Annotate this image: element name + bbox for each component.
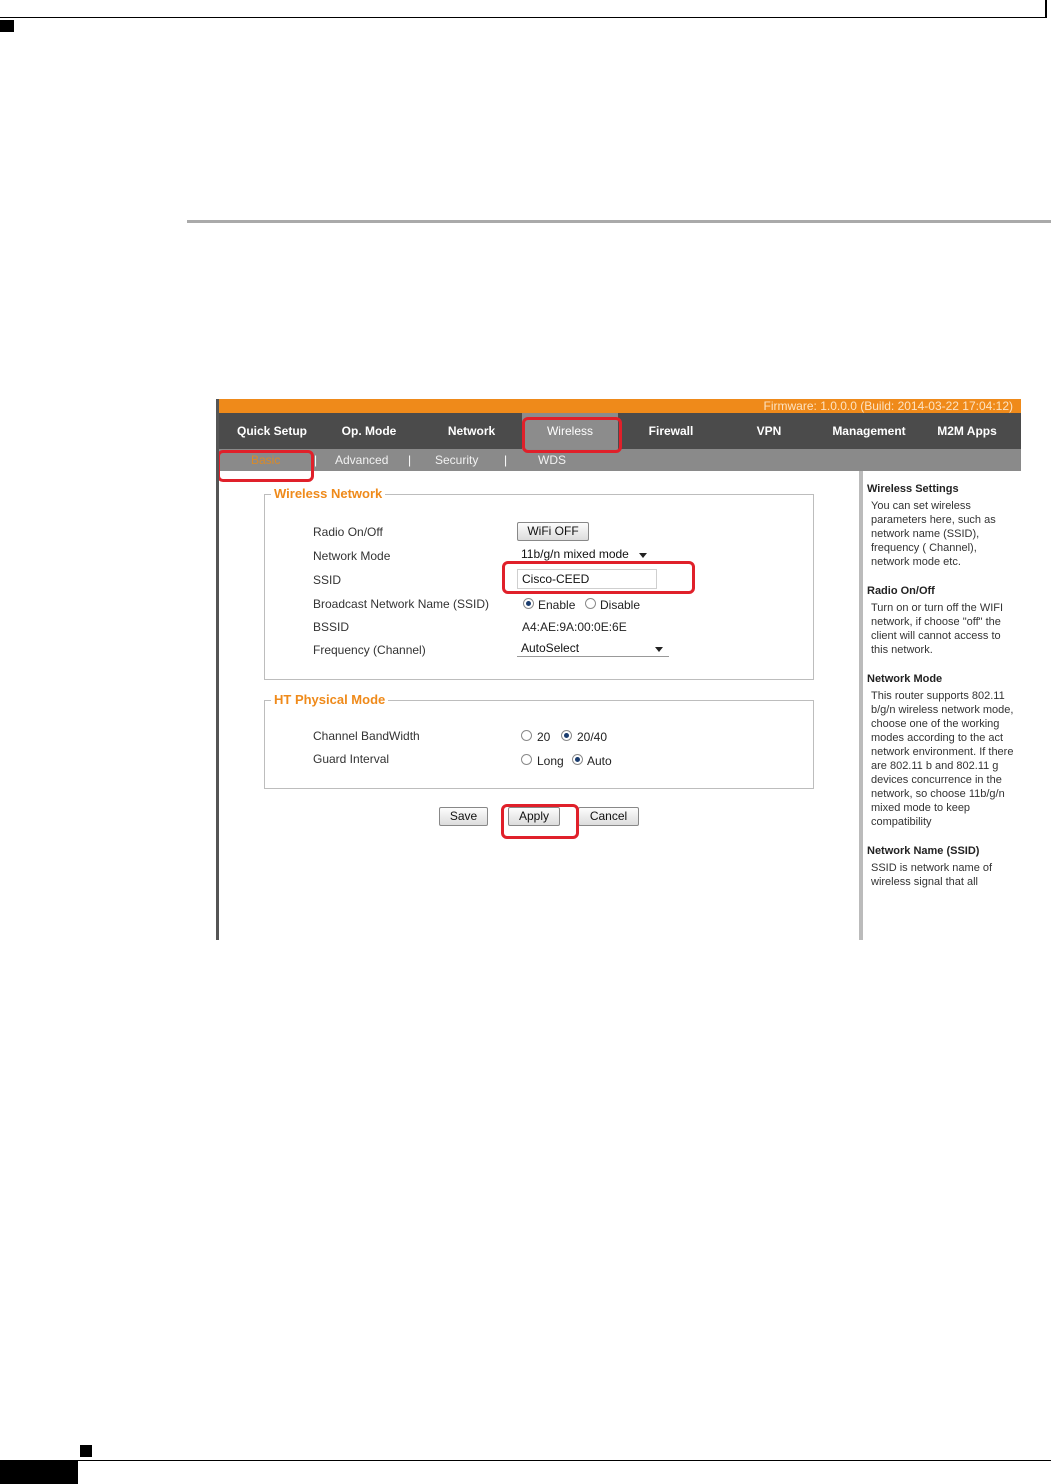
- help-title: Network Mode: [867, 673, 943, 685]
- section-divider: [187, 220, 1051, 223]
- broadcast-disable-label: Disable: [600, 598, 641, 612]
- bandwidth-20-label: 20: [537, 730, 551, 744]
- help-title: Wireless Settings: [867, 483, 959, 495]
- ssid-input[interactable]: Cisco-CEED: [517, 569, 657, 589]
- ht-physical-mode-fieldset: HT Physical Mode Channel BandWidth 20 20…: [264, 692, 814, 789]
- header-rule: [0, 17, 1046, 18]
- help-body: SSID is network name of wireless signal …: [871, 862, 993, 888]
- footer-rule: [78, 1460, 1051, 1461]
- chevron-down-icon: [639, 553, 647, 558]
- wireless-network-legend: Wireless Network: [271, 486, 386, 502]
- sub-nav: Basic | Advanced | Security | WDS: [219, 449, 1021, 471]
- nav-management[interactable]: Management: [819, 413, 919, 449]
- ssid-label: SSID: [313, 573, 342, 587]
- help-section: Radio On/Off Turn on or turn off the WIF…: [867, 585, 1017, 657]
- nav-wireless[interactable]: Wireless: [522, 413, 618, 449]
- bandwidth-20-radio[interactable]: [521, 730, 532, 741]
- channel-bandwidth-label: Channel BandWidth: [313, 729, 420, 743]
- nav-quick-setup[interactable]: Quick Setup: [227, 413, 317, 449]
- broadcast-enable-radio[interactable]: [523, 598, 534, 609]
- network-mode-select[interactable]: 11b/g/n mixed mode: [517, 547, 653, 563]
- subnav-wds[interactable]: WDS: [538, 449, 566, 471]
- guard-long-label: Long: [537, 754, 564, 768]
- corner-mark: [0, 20, 14, 32]
- bandwidth-2040-radio[interactable]: [561, 730, 572, 741]
- ht-physical-mode-legend: HT Physical Mode: [271, 692, 389, 708]
- guard-long-radio[interactable]: [521, 754, 532, 765]
- header-rule-tick: [1045, 0, 1047, 18]
- nav-firewall[interactable]: Firewall: [629, 413, 713, 449]
- frequency-value: AutoSelect: [521, 641, 580, 655]
- subnav-separator: |: [504, 453, 508, 467]
- help-section: Network Name (SSID) SSID is network name…: [867, 845, 1017, 889]
- main-nav: Quick Setup Op. Mode Network Wireless Fi…: [219, 413, 1021, 449]
- nav-vpn[interactable]: VPN: [734, 413, 804, 449]
- network-mode-value: 11b/g/n mixed mode: [521, 547, 629, 561]
- footer-mark: [80, 1445, 92, 1457]
- network-mode-label: Network Mode: [313, 549, 391, 563]
- firmware-version: Firmware: 1.0.0.0 (Build: 2014-03-22 17:…: [763, 399, 1013, 413]
- nav-network[interactable]: Network: [429, 413, 514, 449]
- subnav-security[interactable]: Security: [435, 449, 478, 471]
- frequency-label: Frequency (Channel): [313, 643, 426, 657]
- frequency-select[interactable]: AutoSelect: [517, 641, 669, 657]
- subnav-separator: |: [314, 453, 318, 467]
- broadcast-enable-label: Enable: [538, 598, 576, 612]
- radio-label: Radio On/Off: [313, 525, 383, 539]
- help-section: Network Mode This router supports 802.11…: [867, 673, 1017, 829]
- chevron-down-icon: [655, 647, 663, 652]
- help-panel: Wireless Settings You can set wireless p…: [859, 471, 1021, 940]
- help-body: You can set wireless parameters here, su…: [871, 500, 996, 568]
- help-body: This router supports 802.11 b/g/n wirele…: [871, 690, 1014, 828]
- broadcast-label: Broadcast Network Name (SSID): [313, 597, 490, 611]
- broadcast-disable-radio[interactable]: [585, 598, 596, 609]
- cancel-button[interactable]: Cancel: [578, 807, 639, 826]
- apply-button[interactable]: Apply: [508, 807, 560, 826]
- guard-auto-radio[interactable]: [572, 754, 583, 765]
- help-body: Turn on or turn off the WIFI network, if…: [871, 602, 1004, 656]
- wireless-network-fieldset: Wireless Network Radio On/Off WiFi OFF N…: [264, 486, 814, 680]
- bssid-value: A4:AE:9A:00:0E:6E: [522, 620, 627, 634]
- nav-op-mode[interactable]: Op. Mode: [329, 413, 409, 449]
- help-title: Radio On/Off: [867, 585, 935, 597]
- subnav-advanced[interactable]: Advanced: [335, 449, 388, 471]
- footer-block: [0, 1460, 78, 1484]
- bssid-label: BSSID: [313, 620, 350, 634]
- subnav-basic[interactable]: Basic: [251, 449, 280, 471]
- save-button[interactable]: Save: [439, 807, 488, 826]
- help-section: Wireless Settings You can set wireless p…: [867, 483, 1017, 569]
- bandwidth-2040-label: 20/40: [577, 730, 608, 744]
- firmware-bar: Firmware: 1.0.0.0 (Build: 2014-03-22 17:…: [219, 399, 1021, 413]
- guard-interval-label: Guard Interval: [313, 752, 390, 766]
- nav-m2m-apps[interactable]: M2M Apps: [927, 413, 1007, 449]
- subnav-separator: |: [408, 453, 412, 467]
- router-admin-screenshot: Firmware: 1.0.0.0 (Build: 2014-03-22 17:…: [216, 399, 1021, 940]
- help-title: Network Name (SSID): [867, 845, 980, 857]
- guard-auto-label: Auto: [587, 754, 612, 768]
- wifi-off-button[interactable]: WiFi OFF: [517, 522, 589, 541]
